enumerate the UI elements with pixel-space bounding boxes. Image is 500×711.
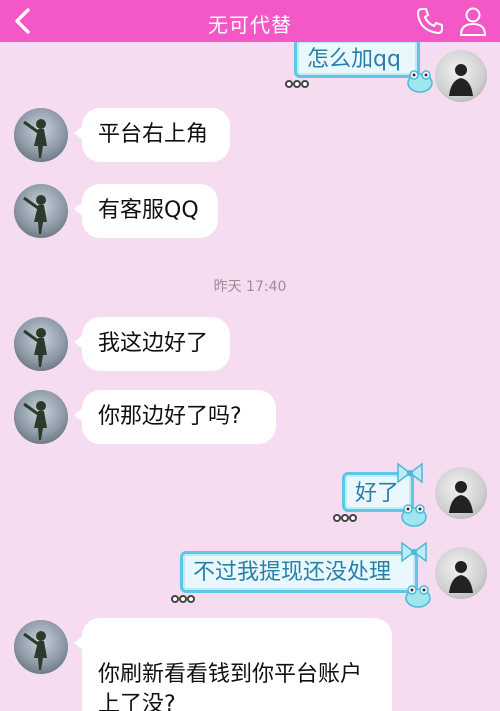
message-text: 好了 (355, 481, 400, 506)
message-bubble-sent[interactable]: 怎么加qq (285, 42, 433, 93)
message-text: 你那边好了吗? (98, 404, 242, 429)
message-text: 有客服QQ (98, 198, 199, 223)
message-bubble-received[interactable]: 我这边好了 (74, 317, 230, 371)
bow-decoration-icon (401, 541, 427, 563)
avatar-contact[interactable] (14, 317, 68, 371)
timestamp-divider: 昨天 17:40 (213, 279, 287, 295)
frog-sticker-icon (407, 70, 433, 93)
avatar-self[interactable] (435, 467, 487, 519)
avatar-self[interactable] (435, 547, 487, 599)
frog-sticker-icon (401, 504, 427, 527)
message-bubble-sent[interactable]: 好了 (333, 462, 427, 527)
message-bubble-received[interactable]: 有客服QQ (74, 184, 218, 238)
avatar-contact[interactable] (14, 184, 68, 238)
chat-area[interactable]: 怎么加qq 平台右上角 有客服QQ 昨天 17:40 我这边好了 你那边好了吗?… (0, 42, 500, 711)
avatar-contact[interactable] (14, 620, 68, 674)
top-bar: 无可代替 (0, 0, 500, 42)
avatar-self[interactable] (435, 50, 487, 102)
message-bubble-received[interactable]: 你那边好了吗? (74, 390, 276, 444)
avatar-contact[interactable] (14, 390, 68, 444)
paw-decoration-icon (333, 514, 357, 522)
message-text: 你刷新看看钱到你平台账户 上了没? (98, 662, 363, 711)
avatar-contact[interactable] (14, 108, 68, 162)
frog-sticker-icon (405, 585, 431, 608)
bow-decoration-icon (397, 462, 423, 484)
message-text: 不过我提现还没处理 (193, 560, 392, 585)
message-text: 平台右上角 (98, 122, 209, 147)
message-text: 怎么加qq (307, 47, 401, 72)
message-bubble-sent[interactable]: 不过我提现还没处理 (171, 541, 431, 608)
paw-decoration-icon (171, 595, 195, 603)
message-bubble-received[interactable]: 你刷新看看钱到你平台账户 上了没? (74, 618, 392, 711)
phone-icon[interactable] (414, 5, 446, 37)
paw-decoration-icon (285, 80, 309, 88)
message-text: 我这边好了 (98, 331, 209, 356)
person-icon[interactable] (456, 4, 490, 38)
message-bubble-received[interactable]: 平台右上角 (74, 108, 230, 162)
